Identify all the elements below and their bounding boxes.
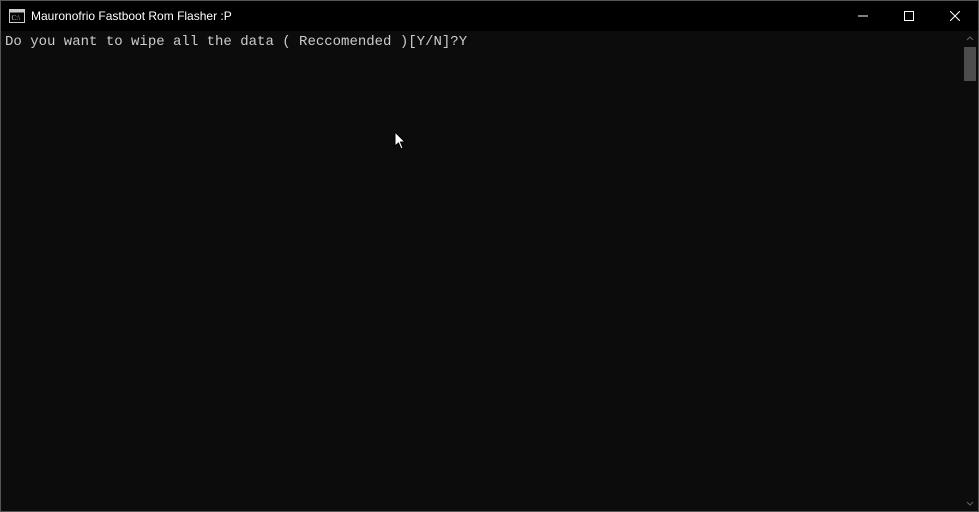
scroll-down-arrow[interactable] xyxy=(962,495,978,511)
svg-text:C:\: C:\ xyxy=(12,14,21,22)
window-titlebar: C:\ Mauronofrio Fastboot Rom Flasher :P xyxy=(1,1,978,31)
vertical-scrollbar[interactable] xyxy=(962,31,978,511)
scroll-up-arrow[interactable] xyxy=(962,31,978,47)
close-button[interactable] xyxy=(932,1,978,31)
console-input: Y xyxy=(459,34,467,50)
maximize-button[interactable] xyxy=(886,1,932,31)
cmd-icon: C:\ xyxy=(9,8,25,24)
window-controls xyxy=(840,1,978,31)
console-area: Do you want to wipe all the data ( Recco… xyxy=(1,31,978,511)
window-title: Mauronofrio Fastboot Rom Flasher :P xyxy=(31,9,232,23)
scroll-thumb[interactable] xyxy=(964,47,976,81)
minimize-button[interactable] xyxy=(840,1,886,31)
console-prompt: Do you want to wipe all the data ( Recco… xyxy=(5,34,459,50)
console-output[interactable]: Do you want to wipe all the data ( Recco… xyxy=(1,31,962,511)
